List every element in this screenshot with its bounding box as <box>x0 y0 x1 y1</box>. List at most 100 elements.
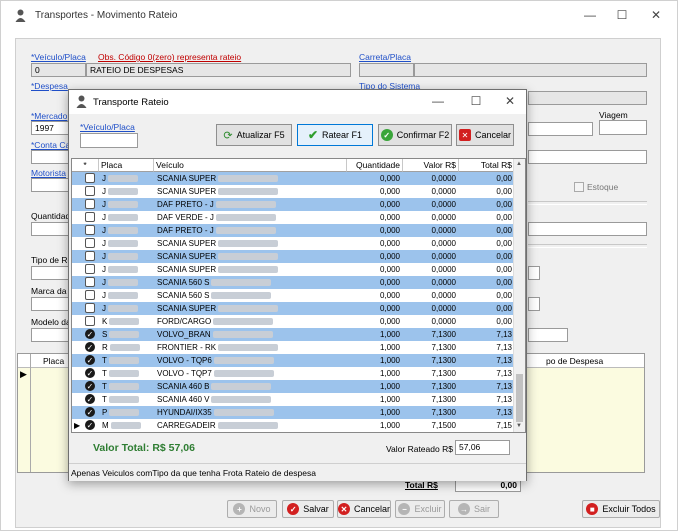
quantidade-extra-field[interactable] <box>528 222 647 236</box>
sair-button[interactable]: → Sair <box>449 500 499 518</box>
table-row[interactable]: J DAF PRETO - J 0,000 0,0000 0,00 <box>72 224 515 237</box>
valor-rateado-field[interactable]: 57,06 <box>455 440 510 455</box>
cell-veiculo-text: SCANIA SUPER <box>157 265 217 274</box>
cell-veiculo-text: VOLVO - TQP7 <box>157 369 212 378</box>
table-row[interactable]: J SCANIA 560 S 0,000 0,0000 0,00 <box>72 276 515 289</box>
grid-tipo-despesa-header[interactable]: po de Despesa <box>546 356 603 366</box>
col-check-header[interactable]: * <box>72 159 99 172</box>
mercadoria-code-field[interactable]: 1997 <box>31 121 71 135</box>
tipo-sistema-field[interactable] <box>528 91 647 105</box>
row-select-checkbox[interactable] <box>85 238 95 248</box>
rateio-vehicle-grid[interactable]: * Placa Veículo Quantidade Valor R$ Tota… <box>71 158 526 433</box>
table-row[interactable]: K FORD/CARGO 0,000 0,0000 0,00 <box>72 315 515 328</box>
novo-button[interactable]: + Novo <box>227 500 277 518</box>
marca-field[interactable] <box>31 297 71 311</box>
dialog-close-icon[interactable]: ✕ <box>495 94 525 108</box>
col-veiculo-header[interactable]: Veículo <box>154 159 347 172</box>
table-row[interactable]: ✓ T VOLVO - TQP7 1,000 7,1300 7,13 <box>72 367 515 380</box>
conta-car-field[interactable] <box>31 150 71 164</box>
scroll-thumb[interactable] <box>516 374 523 422</box>
row-select-checkbox[interactable]: ✓ <box>85 368 95 378</box>
row-select-checkbox[interactable] <box>85 212 95 222</box>
col-valor-header[interactable]: Valor R$ <box>403 159 459 172</box>
motorista-field[interactable] <box>31 178 71 192</box>
table-row[interactable]: J SCANIA SUPER 0,000 0,0000 0,00 <box>72 302 515 315</box>
col-placa-header[interactable]: Placa <box>99 159 154 172</box>
viagem-field[interactable] <box>599 120 647 135</box>
table-row[interactable]: J SCANIA SUPER 0,000 0,0000 0,00 <box>72 237 515 250</box>
cell-quantidade-text: 1,000 <box>379 330 400 339</box>
atualizar-button[interactable]: ⟳ Atualizar F5 <box>216 124 292 146</box>
table-row[interactable]: ✓ T SCANIA 460 V 1,000 7,1300 7,13 <box>72 393 515 406</box>
table-row[interactable]: ✓ P HYUNDAI/IX35 1,000 7,1300 7,13 <box>72 406 515 419</box>
row-select-checkbox[interactable]: ✓ <box>85 394 95 404</box>
confirmar-button[interactable]: ✓ Confirmar F2 <box>378 124 452 146</box>
modelo-extra-field[interactable] <box>528 328 568 342</box>
col-quantidade-header[interactable]: Quantidade <box>347 159 403 172</box>
table-row[interactable]: ✓ T VOLVO - TQP6 1,000 7,1300 7,13 <box>72 354 515 367</box>
row-select-checkbox[interactable] <box>85 186 95 196</box>
grid-scrollbar[interactable]: ▲ ▼ <box>513 159 525 432</box>
cell-quantidade: 1,000 <box>347 393 403 406</box>
grid-placa-header[interactable]: Placa <box>43 356 64 366</box>
grid-indicator-divider <box>30 354 31 472</box>
cell-placa-text: P <box>102 408 108 417</box>
row-select-checkbox[interactable] <box>85 316 95 326</box>
scroll-down-icon[interactable]: ▼ <box>516 423 522 429</box>
row-select-checkbox[interactable]: ✓ <box>85 355 95 365</box>
salvar-button[interactable]: ✓ Salvar <box>282 500 334 518</box>
row-select-checkbox[interactable]: ✓ <box>85 381 95 391</box>
status-bar: Apenas Veiculos comTipo da que tenha Fro… <box>69 463 526 481</box>
table-row[interactable]: ✓ T SCANIA 460 B 1,000 7,1300 7,13 <box>72 380 515 393</box>
maximize-icon[interactable]: ☐ <box>607 8 637 22</box>
row-select-checkbox[interactable] <box>85 225 95 235</box>
close-icon[interactable]: ✕ <box>641 8 671 22</box>
dialog-veiculo-field[interactable] <box>80 133 138 148</box>
row-select-checkbox[interactable]: ✓ <box>85 329 95 339</box>
mercadoria-extra-field[interactable] <box>528 122 593 136</box>
dialog-maximize-icon[interactable]: ☐ <box>461 94 491 108</box>
table-row[interactable]: J DAF PRETO - J 0,000 0,0000 0,00 <box>72 198 515 211</box>
row-select-checkbox[interactable] <box>85 264 95 274</box>
carreta-code-field[interactable] <box>359 63 414 77</box>
cancelar-button[interactable]: ✕ Cancelar <box>337 500 391 518</box>
scroll-up-icon[interactable]: ▲ <box>516 161 522 167</box>
row-select-checkbox[interactable] <box>85 251 95 261</box>
minimize-icon[interactable]: — <box>575 8 605 22</box>
row-select-checkbox[interactable] <box>85 303 95 313</box>
row-select-checkbox[interactable]: ✓ <box>85 420 95 430</box>
carreta-desc-field[interactable] <box>414 63 647 77</box>
row-select-checkbox[interactable] <box>85 277 95 287</box>
table-row[interactable]: J DAF VERDE - J 0,000 0,0000 0,00 <box>72 211 515 224</box>
excluir-todos-button[interactable]: ■ Excluir Todos <box>582 500 660 518</box>
dialog-cancelar-button[interactable]: ✕ Cancelar <box>456 124 514 146</box>
row-select-checkbox[interactable] <box>85 199 95 209</box>
redacted-text <box>108 175 138 183</box>
cell-quantidade-text: 0,000 <box>379 174 400 183</box>
excluir-button[interactable]: − Excluir <box>395 500 445 518</box>
modelo-field[interactable] <box>31 328 71 342</box>
veiculo-desc-field[interactable]: RATEIO DE DESPESAS <box>86 63 351 77</box>
table-row[interactable]: ✓ R FRONTIER - RK 1,000 7,1300 7,13 <box>72 341 515 354</box>
table-row[interactable]: J SCANIA SUPER 0,000 0,0000 0,00 <box>72 172 515 185</box>
estoque-checkbox[interactable] <box>574 182 584 192</box>
veiculo-code-field[interactable]: 0 <box>31 63 86 77</box>
table-row[interactable]: ▶ ✓ M CARREGADEIR 1,000 7,1500 7,15 <box>72 419 515 432</box>
ratear-button[interactable]: ✔ Ratear F1 <box>297 124 373 146</box>
row-select-checkbox[interactable]: ✓ <box>85 407 95 417</box>
tipo-re-extra-field[interactable] <box>528 266 540 280</box>
row-select-checkbox[interactable] <box>85 290 95 300</box>
table-row[interactable]: J SCANIA 560 S 0,000 0,0000 0,00 <box>72 289 515 302</box>
row-select-checkbox[interactable] <box>85 173 95 183</box>
col-total-header[interactable]: Total R$ <box>459 159 515 172</box>
dialog-minimize-icon[interactable]: — <box>423 94 453 108</box>
quantidade-field[interactable] <box>31 222 71 236</box>
conta-extra-field[interactable] <box>528 150 647 164</box>
table-row[interactable]: J SCANIA SUPER 0,000 0,0000 0,00 <box>72 250 515 263</box>
tipo-re-field[interactable] <box>31 266 71 280</box>
table-row[interactable]: J SCANIA SUPER 0,000 0,0000 0,00 <box>72 185 515 198</box>
table-row[interactable]: J SCANIA SUPER 0,000 0,0000 0,00 <box>72 263 515 276</box>
marca-extra-field[interactable] <box>528 297 540 311</box>
table-row[interactable]: ✓ S VOLVO_BRAN 1,000 7,1300 7,13 <box>72 328 515 341</box>
row-select-checkbox[interactable]: ✓ <box>85 342 95 352</box>
